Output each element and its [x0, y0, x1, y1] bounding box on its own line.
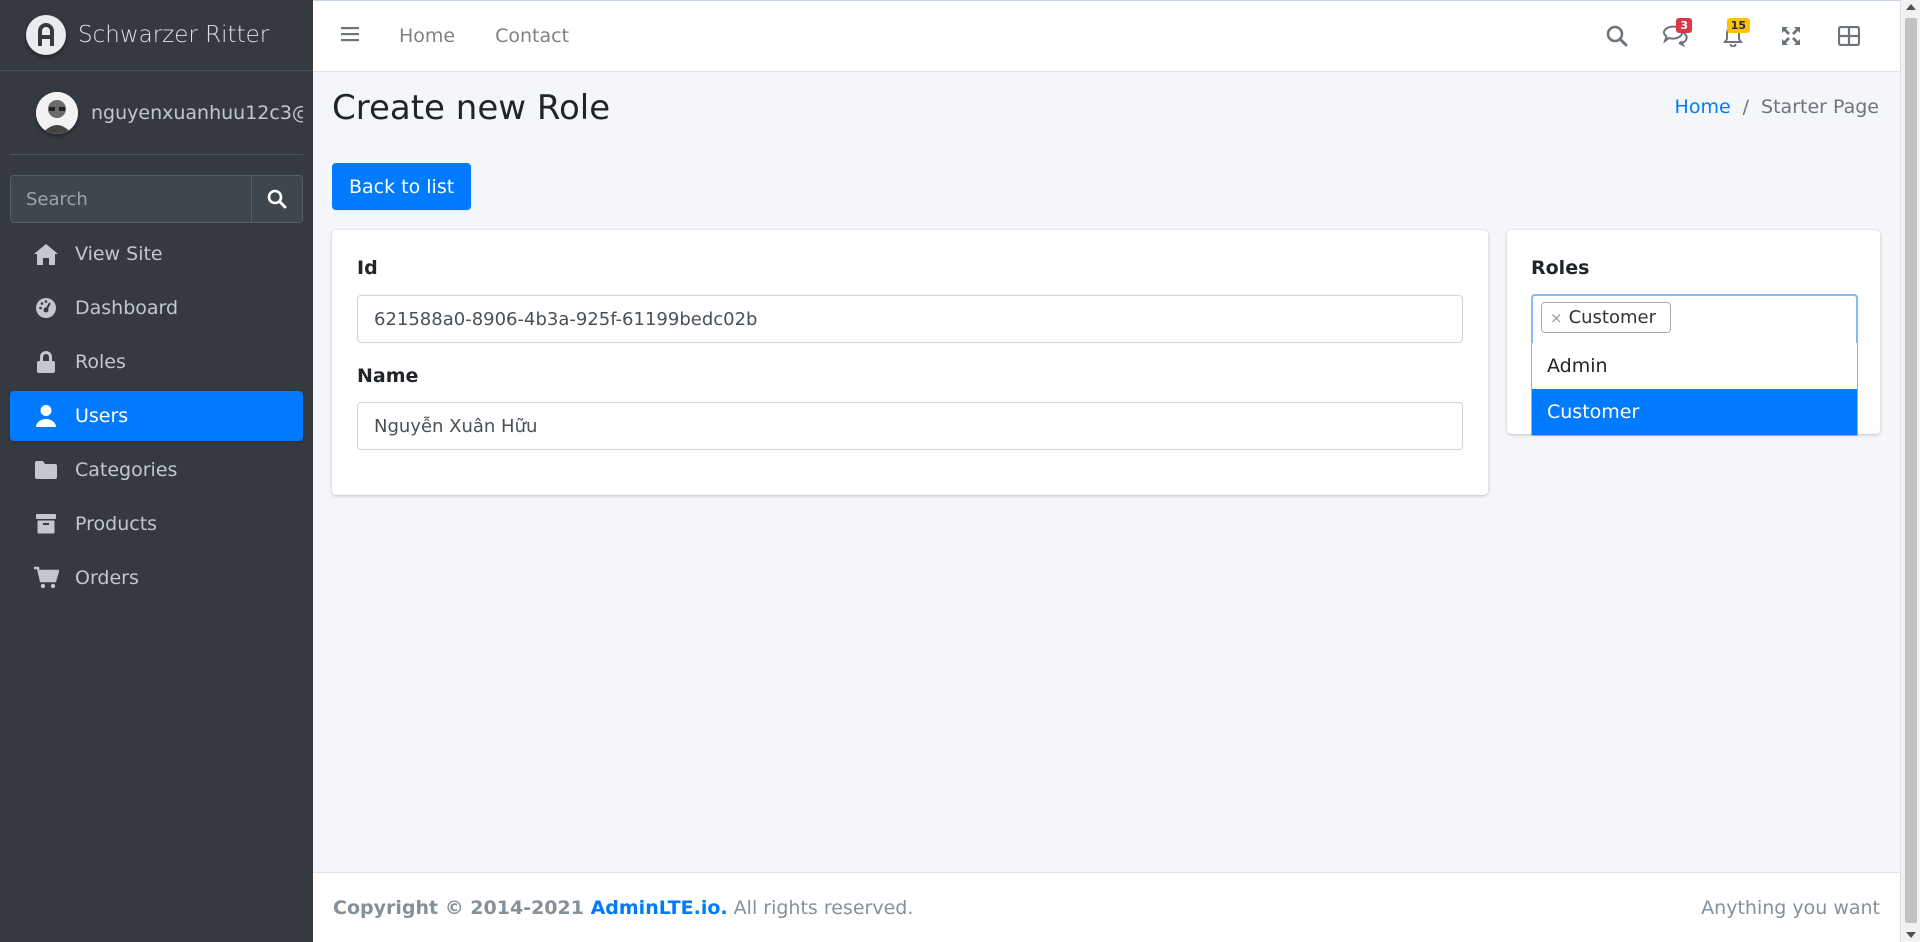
sidebar-item-dashboard[interactable]: Dashboard [10, 283, 303, 333]
main-sidebar: Schwarzer Ritter nguyenxuanhuu12c3@gmail… [0, 0, 313, 942]
tachometer-icon [32, 294, 60, 322]
brand-link[interactable]: Schwarzer Ritter [0, 0, 313, 71]
avatar [36, 91, 78, 134]
scroll-up-icon[interactable] [1906, 4, 1916, 10]
fullscreen-button[interactable] [1762, 16, 1820, 56]
cart-icon [32, 564, 60, 592]
user-email[interactable]: nguyenxuanhuu12c3@gmail.com [91, 102, 303, 124]
sidebar-item-label: Categories [75, 459, 178, 481]
sidebar-search [10, 175, 303, 223]
roles-multiselect[interactable]: × Customer [1531, 294, 1858, 346]
user-panel[interactable]: nguyenxuanhuu12c3@gmail.com [10, 71, 303, 155]
roles-label: Roles [1531, 257, 1590, 279]
expand-arrows-icon [1782, 27, 1800, 45]
sidebar-item-label: Orders [75, 567, 139, 589]
brand-text: Schwarzer Ritter [78, 22, 270, 48]
roles-card: Roles × Customer Admin Customer [1507, 230, 1880, 436]
box-icon [32, 510, 60, 538]
sidebar-item-label: Dashboard [75, 297, 179, 319]
back-to-list-button[interactable]: Back to list [332, 163, 472, 210]
search-icon [1606, 25, 1628, 47]
name-label: Name [357, 365, 419, 387]
search-icon [267, 189, 287, 209]
menu-toggle-icon[interactable] [341, 26, 359, 46]
page-title: Create new Role [332, 88, 611, 128]
selected-role-tag-label: Customer [1568, 307, 1657, 328]
navbar-contact-link[interactable]: Contact [495, 25, 569, 47]
sidebar-item-orders[interactable]: Orders [10, 553, 303, 603]
sidebar-item-label: View Site [75, 243, 163, 265]
messages-badge: 3 [1676, 18, 1692, 33]
sidebar-item-categories[interactable]: Categories [10, 445, 303, 495]
top-navbar: Home Contact 3 15 [313, 0, 1900, 72]
remove-tag-icon[interactable]: × [1550, 309, 1563, 327]
sidebar-item-label: Roles [75, 351, 126, 373]
notifications-button[interactable]: 15 [1704, 16, 1762, 56]
sidebar-item-products[interactable]: Products [10, 499, 303, 549]
role-option-customer[interactable]: Customer [1532, 389, 1857, 435]
scroll-down-icon[interactable] [1906, 932, 1916, 938]
navbar-search-button[interactable] [1588, 16, 1646, 56]
sidebar-item-roles[interactable]: Roles [10, 337, 303, 387]
sidebar-item-users[interactable]: Users [10, 391, 303, 441]
folder-icon [32, 456, 60, 484]
id-field[interactable] [357, 295, 1463, 343]
sidebar-item-label: Users [75, 405, 129, 427]
notifications-badge: 15 [1726, 18, 1750, 33]
copyright-text: Copyright © 2014-2021 AdminLTE.io. All r… [333, 897, 913, 919]
copyright-suffix: All rights reserved. [727, 896, 914, 919]
breadcrumb-separator: / [1742, 96, 1750, 118]
user-icon [32, 402, 60, 430]
navbar-home-link[interactable]: Home [399, 25, 455, 47]
th-large-icon [1838, 26, 1860, 46]
breadcrumb-home-link[interactable]: Home [1675, 96, 1731, 118]
sidebar-search-input[interactable] [11, 176, 251, 222]
lock-icon [32, 348, 60, 376]
footer-right-text: Anything you want [1701, 896, 1880, 919]
main-footer: Copyright © 2014-2021 AdminLTE.io. All r… [313, 872, 1900, 942]
sidebar-item-label: Products [75, 513, 158, 535]
selected-role-tag: × Customer [1541, 302, 1672, 333]
sidebar-nav: View Site Dashboard Roles Users Categori… [10, 229, 303, 603]
scrollbar-thumb[interactable] [1905, 18, 1917, 923]
home-icon [32, 240, 60, 268]
roles-dropdown: Admin Customer [1531, 343, 1858, 436]
copyright-prefix: Copyright © 2014-2021 [333, 896, 591, 919]
sidebar-search-button[interactable] [251, 176, 302, 222]
page-scrollbar[interactable] [1900, 0, 1920, 942]
messages-button[interactable]: 3 [1646, 16, 1704, 56]
role-option-admin[interactable]: Admin [1532, 343, 1857, 389]
sidebar-item-view-site[interactable]: View Site [10, 229, 303, 279]
name-field[interactable] [357, 402, 1463, 450]
control-sidebar-button[interactable] [1820, 16, 1878, 56]
adminlte-link[interactable]: AdminLTE.io. [591, 897, 728, 919]
id-label: Id [357, 257, 378, 279]
breadcrumb-current: Starter Page [1761, 96, 1879, 118]
role-form-card: Id Name [332, 230, 1488, 495]
brand-logo-icon [26, 15, 66, 55]
breadcrumb: Home / Starter Page [1675, 96, 1879, 118]
